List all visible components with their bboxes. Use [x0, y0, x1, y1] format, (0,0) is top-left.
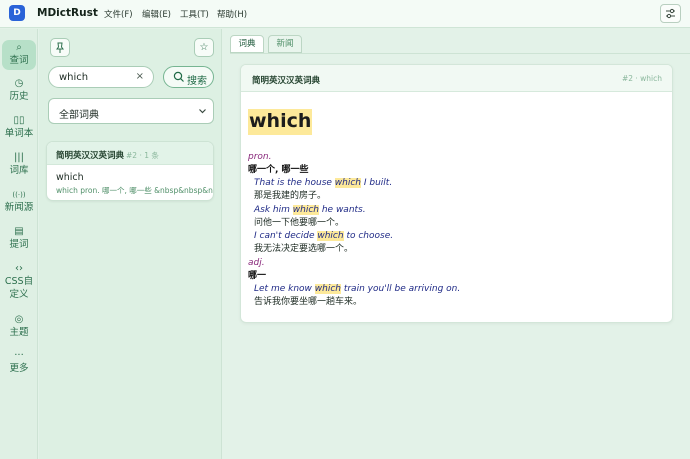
- tab-news[interactable]: 新闻: [268, 35, 302, 53]
- library-icon: |||: [13, 152, 25, 163]
- example-translation: 告诉我你要坐哪一趟车来。: [254, 297, 363, 307]
- tab-dictionary[interactable]: 词典: [230, 35, 264, 53]
- example-text: to choose.: [343, 231, 394, 241]
- dictionary-select-value: 全部词典: [59, 110, 99, 121]
- headword: which: [248, 109, 313, 135]
- example-sentence: Ask him which he wants.: [248, 204, 366, 216]
- result-card-header: 简明英汉汉英词典 #2 · 1 条: [47, 142, 213, 165]
- rail-item-wordbook[interactable]: ▯▯ 单词本: [2, 115, 36, 140]
- app-name: MDictRust: [37, 7, 98, 19]
- book-icon: ▯▯: [13, 115, 25, 126]
- rail-item-label: 新闻源: [4, 202, 34, 213]
- app-logo: D: [9, 5, 25, 21]
- example-text: I can't decide: [254, 231, 318, 241]
- example-highlight: which: [292, 205, 319, 215]
- clock-icon: ◷: [14, 78, 24, 89]
- example-highlight: which: [314, 284, 341, 294]
- result-dict-name: 简明英汉汉英词典: [56, 151, 125, 161]
- result-word[interactable]: which: [56, 172, 84, 183]
- example-translation: 我无法决定要选哪一个。: [254, 244, 354, 254]
- rail-item-lookup[interactable]: ⌕ 查词: [2, 40, 36, 70]
- example-text: I built.: [361, 178, 393, 188]
- rail-item-label: 查词: [9, 55, 29, 66]
- rail-item-label: CSS自定义: [4, 276, 34, 300]
- example-translation: 那是我建的房子。: [254, 191, 327, 201]
- document-icon: ▤: [14, 226, 24, 237]
- part-of-speech: adj.: [248, 258, 265, 268]
- rail-item-label: 提词: [9, 239, 29, 250]
- search-icon: ⌕: [16, 42, 22, 53]
- example-text: Let me know: [254, 284, 315, 294]
- example-text: Ask him: [254, 205, 293, 215]
- rail-item-prompter[interactable]: ▤ 提词: [2, 226, 36, 251]
- example-translation: 问他一下他要哪一个。: [254, 218, 345, 228]
- entry-meta: #2 · which: [621, 74, 662, 83]
- code-icon: ‹›: [15, 263, 23, 274]
- search-input-value: which: [59, 72, 89, 83]
- pin-icon: [56, 42, 64, 53]
- search-panel: ☆ which × 搜索 全部词典 简明英汉汉英词典 #2 · 1 条 whic…: [39, 29, 222, 459]
- example-highlight: which: [317, 231, 344, 241]
- rail-item-history[interactable]: ◷ 历史: [2, 78, 36, 103]
- search-icon: [173, 71, 184, 82]
- rail-item-library[interactable]: ||| 词库: [2, 152, 36, 177]
- clear-icon[interactable]: ×: [136, 71, 144, 82]
- palette-icon: ◎: [14, 314, 24, 325]
- result-snippet: which pron. 哪一个, 哪一些 &nbsp&nbsp&n…: [56, 186, 214, 195]
- star-icon: ☆: [199, 42, 209, 53]
- rail-item-news[interactable]: ((·)) 新闻源: [2, 189, 36, 214]
- tab-divider: [230, 53, 690, 54]
- favorite-button[interactable]: ☆: [194, 38, 214, 57]
- example-sentence: I can't decide which to choose.: [248, 230, 393, 242]
- example-sentence: Let me know which train you'll be arrivi…: [248, 283, 460, 295]
- rail-item-label: 历史: [9, 91, 29, 102]
- dictionary-select[interactable]: 全部词典: [48, 98, 214, 124]
- menu-file[interactable]: 文件(F): [104, 8, 133, 20]
- definition: 哪一个, 哪一些: [248, 165, 309, 175]
- search-input[interactable]: which ×: [48, 66, 154, 88]
- example-text: That is the house: [254, 178, 335, 188]
- sliders-icon: [666, 8, 675, 19]
- search-button-label: 搜索: [187, 76, 207, 87]
- example-sentence: That is the house which I built.: [248, 177, 392, 189]
- example-highlight: which: [334, 178, 362, 188]
- entry-dict-name: 简明英汉汉英词典: [252, 76, 321, 86]
- broadcast-icon: ((·)): [12, 191, 26, 199]
- menu-edit[interactable]: 编辑(E): [142, 8, 171, 20]
- example-text: he wants.: [318, 205, 366, 215]
- menu-tools[interactable]: 工具(T): [180, 8, 209, 20]
- entry-card: 简明英汉汉英词典 #2 · which which pron. 哪一个, 哪一些…: [240, 64, 673, 323]
- definition: 哪一: [248, 271, 267, 281]
- more-icon: ···: [14, 350, 24, 361]
- rail-item-css[interactable]: ‹› CSS自定义: [2, 263, 36, 301]
- result-meta: #2 · 1 条: [126, 151, 159, 160]
- menu-help[interactable]: 帮助(H): [217, 8, 247, 20]
- nav-rail: ⌕ 查词 ◷ 历史 ▯▯ 单词本 ||| 词库 ((·)) 新闻源 ▤ 提词 ‹…: [0, 29, 38, 459]
- rail-item-theme[interactable]: ◎ 主题: [2, 314, 36, 339]
- rail-item-more[interactable]: ··· 更多: [2, 350, 36, 375]
- rail-item-label: 更多: [9, 363, 29, 374]
- search-button[interactable]: 搜索: [163, 66, 214, 88]
- rail-item-label: 主题: [9, 327, 29, 338]
- example-text: train you'll be arriving on.: [340, 284, 461, 294]
- chevron-down-icon: [199, 109, 206, 114]
- settings-button[interactable]: [660, 4, 681, 23]
- pin-button[interactable]: [50, 38, 70, 57]
- entry-card-header: 简明英汉汉英词典 #2 · which: [241, 65, 672, 92]
- result-card[interactable]: 简明英汉汉英词典 #2 · 1 条 which which pron. 哪一个,…: [46, 141, 214, 201]
- rail-item-label: 单词本: [4, 128, 34, 139]
- title-bar: D MDictRust 文件(F) 编辑(E) 工具(T) 帮助(H): [0, 0, 690, 28]
- rail-item-label: 词库: [9, 165, 29, 176]
- part-of-speech: pron.: [248, 152, 272, 162]
